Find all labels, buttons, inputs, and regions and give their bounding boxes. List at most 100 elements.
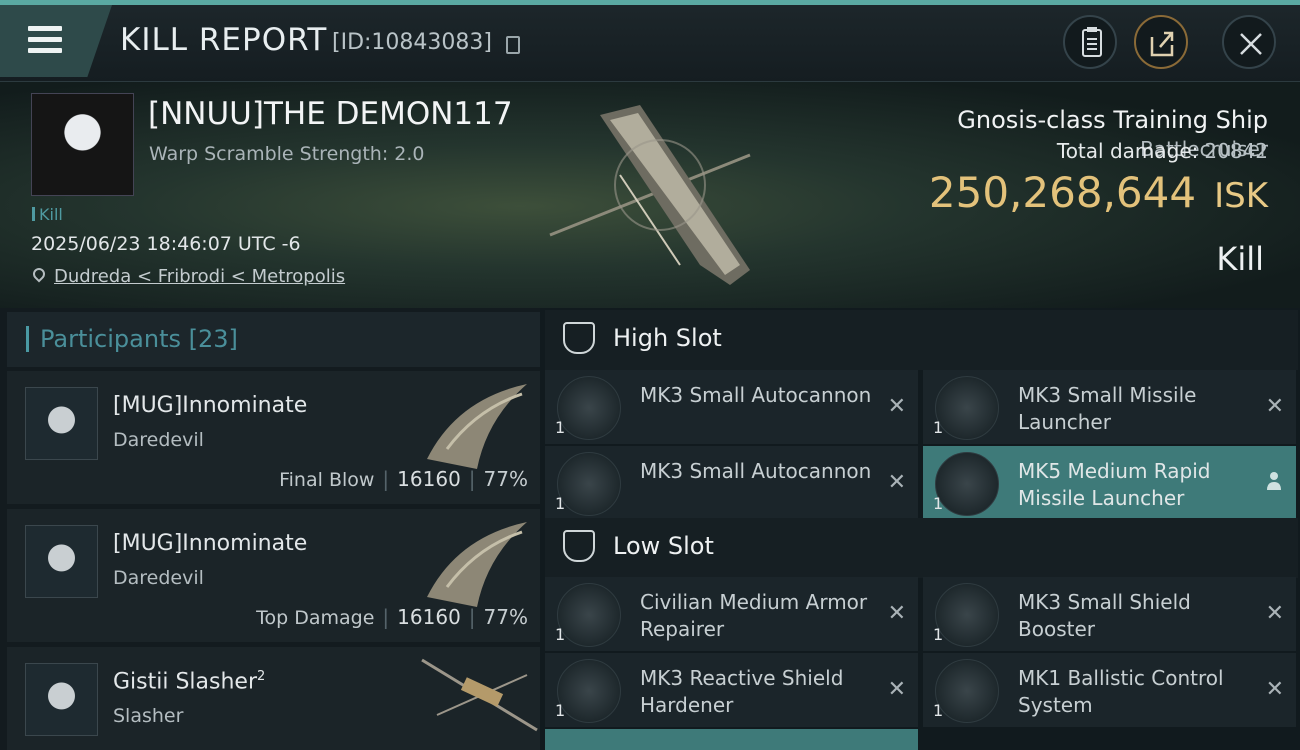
participant-name: Gistii Slasher2 bbox=[113, 669, 265, 694]
module-qty: 1 bbox=[555, 418, 566, 437]
shield-booster-icon bbox=[935, 583, 999, 647]
module-item-active[interactable]: 1 MK5 Medium Rapid Missile Launcher bbox=[923, 446, 1296, 520]
clipboard-icon bbox=[1082, 27, 1102, 57]
share-icon bbox=[1150, 31, 1174, 57]
ballistic-control-icon bbox=[935, 659, 999, 723]
high-slot-icon bbox=[563, 322, 595, 354]
module-name: MK3 Small Missile Launcher bbox=[1018, 383, 1197, 434]
module-qty: 1 bbox=[555, 494, 566, 513]
victim-avatar[interactable] bbox=[31, 93, 134, 196]
module-item[interactable]: 1 MK3 Small Missile Launcher ✕ bbox=[923, 370, 1296, 444]
total-damage-label: Total damage: bbox=[1056, 139, 1199, 163]
participant-percent: 77% bbox=[483, 467, 528, 491]
copy-icon[interactable] bbox=[506, 36, 520, 54]
total-damage-value: 20842 bbox=[1204, 139, 1268, 163]
remove-icon[interactable]: ✕ bbox=[888, 677, 906, 702]
isk-unit: ISK bbox=[1214, 176, 1268, 216]
isk-value: 250,268,644 ISK bbox=[800, 168, 1268, 217]
missile-launcher-icon bbox=[935, 376, 999, 440]
armor-repairer-icon bbox=[557, 583, 621, 647]
module-name: MK3 Small Autocannon bbox=[640, 383, 872, 407]
module-item[interactable]: 1 MK3 Small Autocannon ✕ bbox=[545, 370, 918, 444]
high-slot-header: High Slot bbox=[545, 310, 1298, 370]
kill-tag-label: Kill bbox=[39, 205, 63, 224]
participant-name-text: Gistii Slasher bbox=[113, 669, 258, 695]
kill-datetime: 2025/06/23 18:46:07 UTC -6 bbox=[31, 233, 301, 255]
remove-icon[interactable]: ✕ bbox=[1266, 394, 1284, 419]
participant-row[interactable]: Gistii Slasher2 Slasher bbox=[7, 647, 540, 750]
share-button[interactable] bbox=[1134, 15, 1188, 69]
participant-avatar[interactable] bbox=[25, 525, 98, 598]
remove-icon[interactable]: ✕ bbox=[888, 394, 906, 419]
victim-name[interactable]: [NNUU]THE DEMON117 bbox=[148, 96, 513, 132]
kill-tag: Kill bbox=[32, 205, 63, 224]
module-qty: 1 bbox=[933, 418, 944, 437]
participant-stats: Top Damage | 16160 | 77% bbox=[256, 605, 528, 629]
participants-label: Participants bbox=[40, 325, 181, 353]
kill-result: Kill bbox=[1216, 240, 1264, 278]
module-name: MK3 Small Shield Booster bbox=[1018, 590, 1191, 641]
low-slot-title: Low Slot bbox=[613, 532, 714, 560]
module-name: MK3 Small Autocannon bbox=[640, 459, 872, 483]
module-qty: 1 bbox=[555, 625, 566, 644]
participant-name: [MUG]Innominate bbox=[113, 393, 308, 418]
person-icon bbox=[1267, 472, 1281, 490]
participant-avatar[interactable] bbox=[25, 663, 98, 736]
participants-title: Participants [23] bbox=[40, 325, 238, 353]
remove-icon[interactable]: ✕ bbox=[888, 470, 906, 495]
module-item[interactable]: 1 MK3 Small Autocannon ✕ bbox=[545, 446, 918, 520]
remove-icon[interactable]: ✕ bbox=[1266, 601, 1284, 626]
page-title: KILL REPORT bbox=[120, 22, 328, 58]
slasher-ship-icon bbox=[421, 658, 538, 732]
total-damage: Total damage: 20842 bbox=[800, 139, 1268, 163]
participant-row[interactable]: [MUG]Innominate Daredevil Final Blow | 161… bbox=[7, 371, 540, 504]
module-item[interactable]: 1 MK1 Ballistic Control System ✕ bbox=[923, 653, 1296, 727]
participant-percent: 77% bbox=[483, 605, 528, 629]
daredevil-ship-icon bbox=[427, 384, 527, 469]
module-qty: 1 bbox=[933, 494, 944, 513]
module-item[interactable]: 1 MK3 Reactive Shield Hardener ✕ bbox=[545, 653, 918, 727]
module-name: MK1 Ballistic Control System bbox=[1018, 666, 1224, 717]
warp-scramble-strength: Warp Scramble Strength: 2.0 bbox=[149, 143, 425, 165]
module-item-partial[interactable] bbox=[545, 729, 918, 750]
stat-label: Final Blow bbox=[279, 469, 375, 491]
remove-icon[interactable]: ✕ bbox=[888, 601, 906, 626]
close-icon bbox=[1240, 33, 1262, 55]
module-qty: 1 bbox=[933, 625, 944, 644]
participant-ship: Daredevil bbox=[113, 567, 204, 589]
module-name: Civilian Medium Armor Repairer bbox=[640, 590, 868, 641]
participant-ship: Slasher bbox=[113, 705, 184, 727]
participant-stats: Final Blow | 16160 | 77% bbox=[279, 467, 528, 491]
module-qty: 1 bbox=[555, 701, 566, 720]
module-qty: 1 bbox=[933, 701, 944, 720]
isk-amount: 250,268,644 bbox=[928, 168, 1197, 217]
top-accent-line bbox=[0, 0, 1300, 5]
participant-avatar[interactable] bbox=[25, 387, 98, 460]
module-item[interactable]: 1 MK3 Small Shield Booster ✕ bbox=[923, 577, 1296, 651]
participant-damage: 16160 bbox=[397, 605, 461, 629]
kill-id: [ID:10843083] bbox=[332, 30, 492, 55]
location-link[interactable]: Dudreda < Fribrodi < Metropolis bbox=[54, 266, 345, 287]
rapid-missile-launcher-icon bbox=[935, 452, 999, 516]
shield-hardener-icon bbox=[557, 659, 621, 723]
report-button[interactable] bbox=[1063, 15, 1117, 69]
participant-ship: Daredevil bbox=[113, 429, 204, 451]
autocannon-icon bbox=[557, 452, 621, 516]
close-button[interactable] bbox=[1222, 15, 1276, 69]
ship-name: Gnosis-class Training Ship bbox=[957, 106, 1268, 134]
module-name: MK3 Reactive Shield Hardener bbox=[640, 666, 844, 717]
participant-name: [MUG]Innominate bbox=[113, 531, 308, 556]
participant-row[interactable]: [MUG]Innominate Daredevil Top Damage | 161… bbox=[7, 509, 540, 642]
low-slot-header: Low Slot bbox=[545, 518, 1298, 578]
daredevil-ship-icon bbox=[427, 522, 527, 607]
remove-icon[interactable]: ✕ bbox=[1266, 677, 1284, 702]
module-name: MK5 Medium Rapid Missile Launcher bbox=[1018, 459, 1211, 510]
participant-damage: 16160 bbox=[397, 467, 461, 491]
module-item[interactable]: 1 Civilian Medium Armor Repairer ✕ bbox=[545, 577, 918, 651]
participant-name-sup: 2 bbox=[257, 669, 266, 684]
high-slot-title: High Slot bbox=[613, 324, 722, 352]
participants-header-bar bbox=[26, 326, 29, 352]
stat-label: Top Damage bbox=[256, 607, 375, 629]
low-slot-icon bbox=[563, 530, 595, 562]
autocannon-icon bbox=[557, 376, 621, 440]
